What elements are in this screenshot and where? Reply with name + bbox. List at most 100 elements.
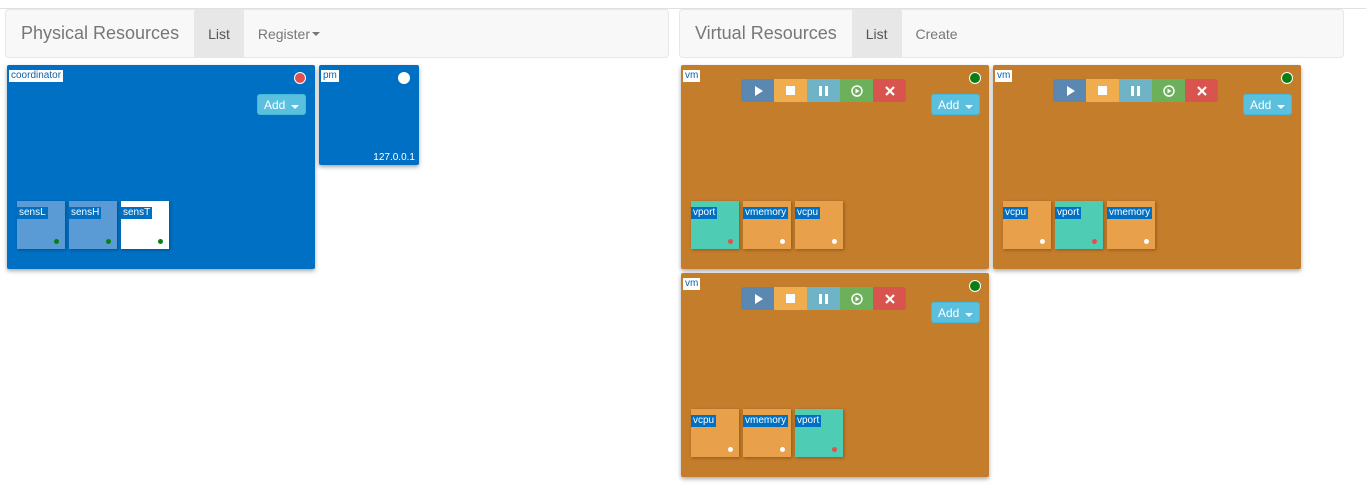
- stop-icon: [786, 86, 795, 95]
- child-label: vcpu: [691, 415, 717, 427]
- status-dot: [728, 447, 733, 452]
- vcpu-resource[interactable]: vcpu: [795, 201, 843, 249]
- node-label: coordinator: [9, 70, 64, 82]
- node-label: vm: [683, 70, 701, 82]
- add-button-label: Add: [264, 98, 286, 112]
- status-dot: [106, 239, 111, 244]
- delete-button[interactable]: [873, 79, 906, 102]
- tab-physical-register[interactable]: Register: [244, 10, 334, 57]
- child-label: vmemory: [1107, 207, 1153, 219]
- status-dot: [780, 447, 785, 452]
- add-button-label: Add: [938, 98, 960, 112]
- stop-button[interactable]: [1086, 79, 1119, 102]
- tab-physical-list[interactable]: List: [194, 10, 244, 57]
- ip-address: 127.0.0.1: [373, 152, 415, 163]
- add-button[interactable]: Add: [1243, 94, 1292, 115]
- delete-button[interactable]: [873, 287, 906, 310]
- reboot-icon: [1162, 84, 1175, 97]
- delete-icon: [884, 85, 895, 96]
- node-label: vm: [683, 278, 701, 290]
- tab-virtual-create[interactable]: Create: [902, 10, 972, 57]
- vm-controls: [1053, 79, 1218, 102]
- vm-node[interactable]: vm Add vport vmemory vcpu: [681, 65, 989, 269]
- pause-icon: [819, 85, 828, 96]
- pause-button[interactable]: [807, 79, 840, 102]
- play-button[interactable]: [741, 79, 774, 102]
- pause-button[interactable]: [1119, 79, 1152, 102]
- status-dot: [1040, 239, 1045, 244]
- child-label: vcpu: [795, 207, 821, 219]
- play-icon: [754, 293, 763, 304]
- status-dot: [728, 239, 733, 244]
- status-dot: [1144, 239, 1149, 244]
- status-indicator: [294, 72, 306, 84]
- add-button[interactable]: Add: [931, 94, 980, 115]
- reboot-button[interactable]: [1152, 79, 1185, 102]
- status-dot: [158, 239, 163, 244]
- play-icon: [754, 85, 763, 96]
- child-label: vport: [1055, 207, 1082, 219]
- vport-resource[interactable]: vport: [1055, 201, 1103, 249]
- child-label: sensH: [69, 207, 102, 219]
- add-button[interactable]: Add: [257, 94, 306, 115]
- pause-icon: [819, 293, 828, 304]
- chevron-down-icon: [312, 31, 320, 36]
- status-dot: [54, 239, 59, 244]
- add-button-label: Add: [1250, 98, 1272, 112]
- coordinator-node[interactable]: coordinator Add sensL sensH sensT: [7, 65, 315, 269]
- physical-title: Physical Resources: [21, 23, 180, 43]
- sensor-sensT[interactable]: sensT: [121, 201, 169, 249]
- status-dot: [832, 239, 837, 244]
- tab-virtual-list[interactable]: List: [851, 10, 902, 57]
- reboot-button[interactable]: [840, 287, 873, 310]
- child-label: vport: [691, 207, 718, 219]
- tab-register-label: Register: [257, 25, 310, 42]
- vmemory-resource[interactable]: vmemory: [743, 409, 791, 457]
- play-icon: [1066, 85, 1075, 96]
- vmemory-resource[interactable]: vmemory: [1107, 201, 1155, 249]
- delete-icon: [884, 293, 895, 304]
- add-button[interactable]: Add: [931, 302, 980, 323]
- node-label: pm: [321, 70, 339, 82]
- child-label: vport: [795, 415, 822, 427]
- status-dot: [1092, 239, 1097, 244]
- play-button[interactable]: [741, 287, 774, 310]
- vport-resource[interactable]: vport: [691, 201, 739, 249]
- delete-button[interactable]: [1185, 79, 1218, 102]
- reboot-icon: [850, 292, 863, 305]
- sensor-sensL[interactable]: sensL: [17, 201, 65, 249]
- chevron-down-icon: [1276, 105, 1285, 109]
- vcpu-resource[interactable]: vcpu: [691, 409, 739, 457]
- sensor-sensH[interactable]: sensH: [69, 201, 117, 249]
- virtual-navbar: Virtual Resources List Create: [679, 9, 1344, 58]
- stop-icon: [1098, 86, 1107, 95]
- top-bar: [0, 0, 1366, 9]
- status-indicator: [969, 72, 981, 84]
- child-label: sensT: [121, 207, 153, 219]
- reboot-icon: [850, 84, 863, 97]
- physical-navbar: Physical Resources List Register: [5, 9, 669, 58]
- chevron-down-icon: [290, 105, 299, 109]
- stop-button[interactable]: [774, 79, 807, 102]
- stop-button[interactable]: [774, 287, 807, 310]
- pause-button[interactable]: [807, 287, 840, 310]
- play-button[interactable]: [1053, 79, 1086, 102]
- add-button-label: Add: [938, 306, 960, 320]
- status-dot: [780, 239, 785, 244]
- child-label: sensL: [17, 207, 48, 219]
- vm-node[interactable]: vm Add vcpu vmemory vport: [681, 273, 989, 477]
- pm-node[interactable]: pm 127.0.0.1: [319, 65, 419, 165]
- child-label: vmemory: [743, 207, 789, 219]
- delete-icon: [1196, 85, 1207, 96]
- vm-controls: [741, 287, 906, 310]
- vcpu-resource[interactable]: vcpu: [1003, 201, 1051, 249]
- child-label: vmemory: [743, 415, 789, 427]
- vmemory-resource[interactable]: vmemory: [743, 201, 791, 249]
- chevron-down-icon: [964, 105, 973, 109]
- vm-node[interactable]: vm Add vcpu vport vmemory: [993, 65, 1301, 269]
- reboot-button[interactable]: [840, 79, 873, 102]
- status-dot: [832, 447, 837, 452]
- chevron-down-icon: [964, 313, 973, 317]
- status-indicator: [398, 72, 410, 84]
- vport-resource[interactable]: vport: [795, 409, 843, 457]
